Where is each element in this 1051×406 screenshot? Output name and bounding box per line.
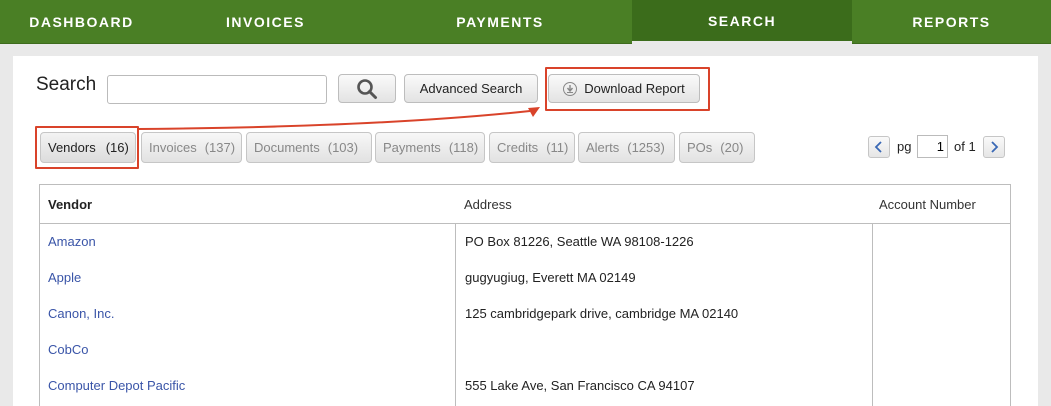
vendor-link[interactable]: Computer Depot Pacific: [48, 367, 185, 403]
nav-search[interactable]: SEARCH: [632, 0, 852, 44]
address-cell: 125 cambridgepark drive, cambridge MA 02…: [465, 305, 739, 321]
search-button[interactable]: [338, 74, 396, 103]
tab-count: (118): [448, 140, 479, 155]
address-cell: 555 Lake Ave, San Francisco CA 94107: [465, 377, 695, 393]
tab-count: (20): [720, 140, 744, 155]
nav-payments[interactable]: PAYMENTS: [368, 0, 632, 44]
tab-invoices[interactable]: Invoices (137): [141, 132, 242, 163]
table-row: CobCo: [40, 331, 1010, 367]
advanced-search-button[interactable]: Advanced Search: [404, 74, 538, 103]
vendor-link[interactable]: Canon, Inc.: [48, 295, 115, 331]
vendor-link[interactable]: Apple: [48, 259, 81, 295]
prev-page-button[interactable]: [868, 136, 890, 158]
vendor-link[interactable]: Amazon: [48, 223, 96, 259]
top-nav: DASHBOARD INVOICES PAYMENTS SEARCH REPOR…: [0, 0, 1051, 44]
nav-dashboard[interactable]: DASHBOARD: [0, 0, 163, 44]
tab-credits[interactable]: Credits (11): [489, 132, 575, 163]
pager-pg-label: pg: [897, 139, 912, 154]
tab-label: POs: [687, 140, 713, 155]
tab-alerts[interactable]: Alerts (1253): [578, 132, 675, 163]
tab-count: (16): [105, 140, 129, 155]
page-number-input[interactable]: [917, 135, 948, 158]
search-input[interactable]: [107, 75, 327, 104]
chevron-right-icon: [991, 141, 999, 153]
tab-vendors[interactable]: Vendors (16): [40, 132, 136, 163]
download-icon: [563, 81, 578, 96]
column-header-account-number[interactable]: Account Number: [879, 185, 976, 223]
column-header-address[interactable]: Address: [464, 185, 512, 223]
vendor-link[interactable]: CobCo: [48, 331, 88, 367]
annotation-arrow: [137, 107, 540, 130]
nav-invoices[interactable]: INVOICES: [163, 0, 368, 44]
tab-label: Documents: [254, 140, 320, 155]
tab-pos[interactable]: POs (20): [679, 132, 755, 163]
table-row: Computer Depot Pacific 555 Lake Ave, San…: [40, 367, 1010, 403]
table-row: Apple gugyugiug, Everett MA 02149: [40, 259, 1010, 295]
tab-count: (103): [327, 140, 359, 155]
tab-count: (1253): [627, 140, 665, 155]
results-table: Vendor Address Account Number Amazon PO …: [39, 184, 1011, 406]
column-header-vendor[interactable]: Vendor: [48, 185, 92, 223]
tab-count: (137): [204, 140, 236, 155]
tab-label: Alerts: [586, 140, 620, 155]
next-page-button[interactable]: [983, 136, 1005, 158]
tab-label: Credits: [497, 140, 539, 155]
search-label: Search: [36, 74, 97, 95]
tab-count: (11): [546, 140, 569, 155]
tab-payments[interactable]: Payments (118): [375, 132, 485, 163]
address-cell: PO Box 81226, Seattle WA 98108-1226: [465, 233, 694, 249]
address-cell: gugyugiug, Everett MA 02149: [465, 269, 636, 285]
tab-label: Vendors: [48, 140, 96, 155]
table-row: Amazon PO Box 81226, Seattle WA 98108-12…: [40, 223, 1010, 259]
tab-label: Payments: [383, 140, 441, 155]
download-report-button[interactable]: Download Report: [548, 74, 700, 103]
chevron-left-icon: [874, 141, 882, 153]
table-row: Canon, Inc. 125 cambridgepark drive, cam…: [40, 295, 1010, 331]
download-report-label: Download Report: [584, 81, 685, 96]
nav-reports[interactable]: REPORTS: [852, 0, 1051, 44]
tab-label: Invoices: [149, 140, 197, 155]
tab-documents[interactable]: Documents (103): [246, 132, 372, 163]
magnifier-icon: [357, 78, 377, 99]
pager-total-label: of 1: [954, 139, 976, 154]
